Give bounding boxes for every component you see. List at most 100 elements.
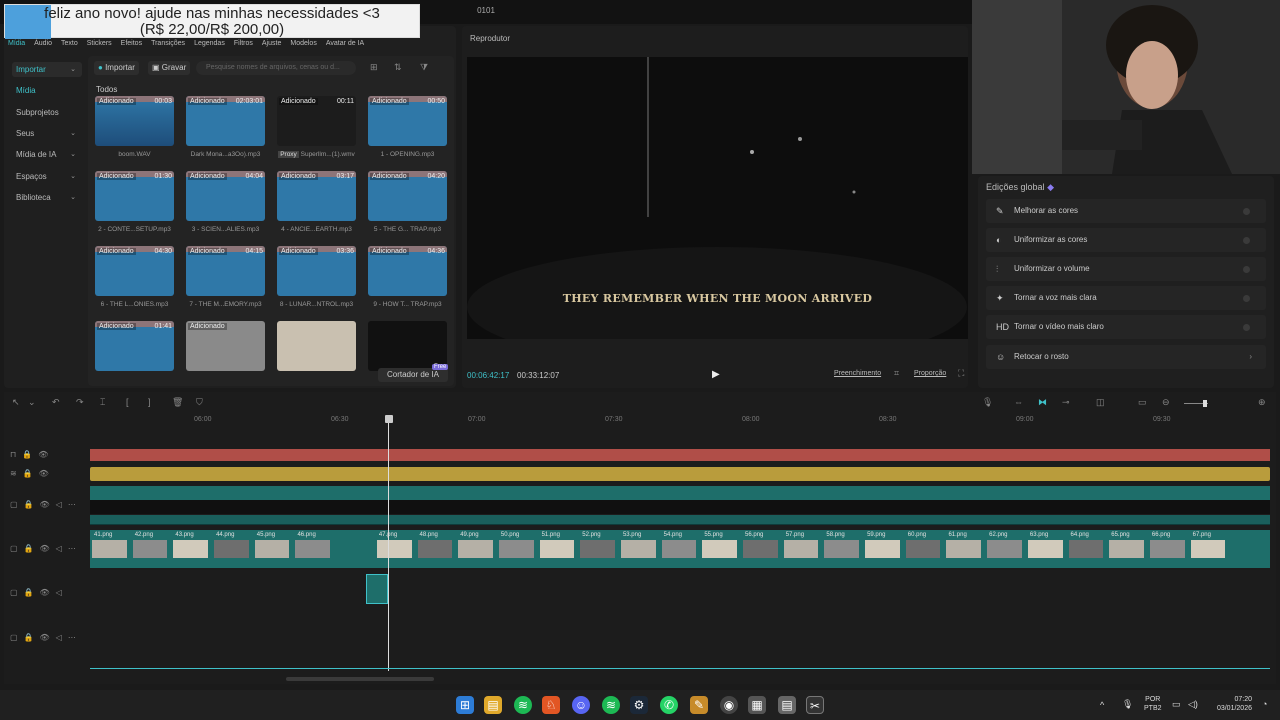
link-icon[interactable]: ⇔ [1014,397,1023,407]
image-clip[interactable] [376,540,412,558]
small-video-clip[interactable] [366,574,388,604]
edit-enhance-colors[interactable]: ✎ Melhorar as cores [986,199,1266,223]
file-explorer-icon[interactable]: ▤ [484,696,502,714]
edit-clear-voice[interactable]: ✦ Tornar a voz mais clara [986,286,1266,310]
tab-stickers[interactable]: Stickers [87,40,112,50]
video-track[interactable] [90,498,1270,514]
media-thumbnail[interactable]: Adicionado 00:11 [277,96,356,146]
language-indicator[interactable]: POR PTB2 [1144,695,1162,713]
obs-icon[interactable]: ◉ [720,696,738,714]
tab-texto[interactable]: Texto [61,40,78,50]
notifications-icon[interactable]: ◔ [1262,699,1267,709]
effect-track[interactable] [90,515,1270,525]
brave-icon[interactable]: ♘ [542,696,560,714]
split-icon[interactable]: ⌶ [100,397,105,408]
sort-icon[interactable]: ⇅ [394,62,402,73]
tab-modelos[interactable]: Modelos [290,40,316,50]
discord-icon[interactable]: ☺ [572,696,590,714]
media-thumbnail[interactable]: Adicionado 00:03 [95,96,174,146]
overlay-track[interactable] [90,486,1270,498]
image-clip[interactable] [1190,540,1226,558]
media-thumbnail[interactable]: Adicionado 03:17 [277,171,356,221]
clock[interactable]: 07:20 03/01/2026 [1208,695,1252,713]
media-thumbnail[interactable]: Adicionado [186,321,265,371]
image-clip[interactable] [702,540,738,558]
tab-efeitos[interactable]: Efeitos [121,40,142,50]
image-clip[interactable] [539,540,575,558]
image-clip[interactable] [1068,540,1104,558]
microphone-icon[interactable]: 🎙 [1122,699,1133,710]
trim-left-icon[interactable]: [ [126,397,129,407]
edit-normalize-volume[interactable]: ⫶ Uniformizar o volume [986,257,1266,281]
sidebar-item-espacos[interactable]: Espaços ⌄ [12,169,82,184]
magnet-icon[interactable]: ⧓ [1038,397,1047,408]
edit-match-colors[interactable]: ◐ Uniformizar as cores [986,228,1266,252]
volume-icon[interactable]: ◁) [1188,699,1198,710]
tab-midia[interactable]: Mídia [8,40,25,50]
captions-icon[interactable]: ▭ [1138,397,1147,408]
network-icon[interactable]: ▭ [1172,699,1181,710]
fullscreen-icon[interactable]: ⛶ [958,368,964,379]
playhead-handle[interactable] [385,415,393,423]
sidebar-item-subprojetos[interactable]: Subprojetos [12,105,82,120]
microphone-icon[interactable]: 🎙 [982,397,993,408]
image-clip[interactable] [946,540,982,558]
whatsapp-icon[interactable]: ✆ [660,696,678,714]
media-thumbnail[interactable]: Adicionado 04:36 [368,246,447,296]
edit-retouch-face[interactable]: ☺ Retocar o rosto › [986,345,1266,369]
track-controls[interactable]: ▢🔒👁◁⋯ [10,544,82,553]
image-clip[interactable] [783,540,819,558]
image-clip[interactable] [661,540,697,558]
media-thumbnail[interactable]: Adicionado 04:04 [186,171,265,221]
image-clip[interactable] [743,540,778,558]
music-track[interactable] [90,467,1270,481]
screenshot-icon[interactable]: ⌗ [894,368,899,379]
track-controls[interactable]: ≋🔒👁 [10,469,55,478]
tab-transicoes[interactable]: Transições [151,40,185,50]
sidebar-item-midia[interactable]: Mídia [12,83,82,98]
media-thumbnail[interactable] [277,321,356,371]
image-clip[interactable] [580,540,615,558]
preview-axis-icon[interactable]: ◫ [1096,397,1105,408]
image-clip[interactable] [458,540,493,558]
track-controls[interactable]: ▢🔒👁◁⋯ [10,500,82,509]
image-clip[interactable] [254,540,290,558]
start-icon[interactable]: ⊞ [456,696,474,714]
play-icon[interactable]: ▶ [712,369,722,381]
media-thumbnail[interactable]: Adicionado 00:50 [368,96,447,146]
calculator-icon[interactable]: ▦ [748,696,766,714]
record-button[interactable]: ▣ Gravar [148,61,191,75]
toggle-indicator[interactable] [1243,266,1250,273]
spotify-icon[interactable]: ≋ [602,696,620,714]
tab-audio[interactable]: Áudio [34,40,52,50]
grid-view-icon[interactable]: ⊞ [370,62,378,73]
playhead[interactable] [388,415,389,671]
image-clip[interactable] [1109,540,1144,558]
delete-icon[interactable]: 🗑 [172,397,183,408]
sidebar-item-biblioteca[interactable]: Biblioteca ⌄ [12,190,82,205]
zoom-out-icon[interactable]: ⊖ [1162,397,1170,408]
trim-right-icon[interactable]: ] [148,397,151,407]
timeline-scrollbar[interactable] [286,677,434,681]
media-thumbnail[interactable]: Adicionado 01:41 [95,321,174,371]
select-tool-icon[interactable]: ↖ [12,397,20,408]
toggle-indicator[interactable] [1243,324,1250,331]
zoom-slider-handle[interactable] [1203,400,1207,407]
zoom-in-icon[interactable]: ⊕ [1258,397,1266,408]
app-icon[interactable]: ✎ [690,696,708,714]
shield-icon[interactable]: ⛉ [196,397,203,408]
tab-ajuste[interactable]: Ajuste [262,40,281,50]
audio-clips-track[interactable] [90,449,1270,461]
edit-clear-video[interactable]: HD Tornar o vídeo mais claro [986,315,1266,339]
steam-icon[interactable]: ⚙ [630,696,648,714]
media-search-input[interactable]: Pesquise nomes de arquivos, cenas ou d..… [196,61,356,75]
toggle-indicator[interactable] [1243,208,1250,215]
toggle-indicator[interactable] [1243,295,1250,302]
sidebar-item-midia-ia[interactable]: Mídia de IA ⌄ [12,147,82,162]
media-thumbnail[interactable]: Adicionado 04:30 [95,246,174,296]
track-controls[interactable]: ▢🔒👁◁⋯ [10,633,82,642]
ratio-button[interactable]: Proporção [914,370,946,377]
image-clip[interactable] [824,540,860,558]
fill-button[interactable]: Preenchimento [834,370,881,377]
filter-icon[interactable]: ⧩ [420,62,428,73]
